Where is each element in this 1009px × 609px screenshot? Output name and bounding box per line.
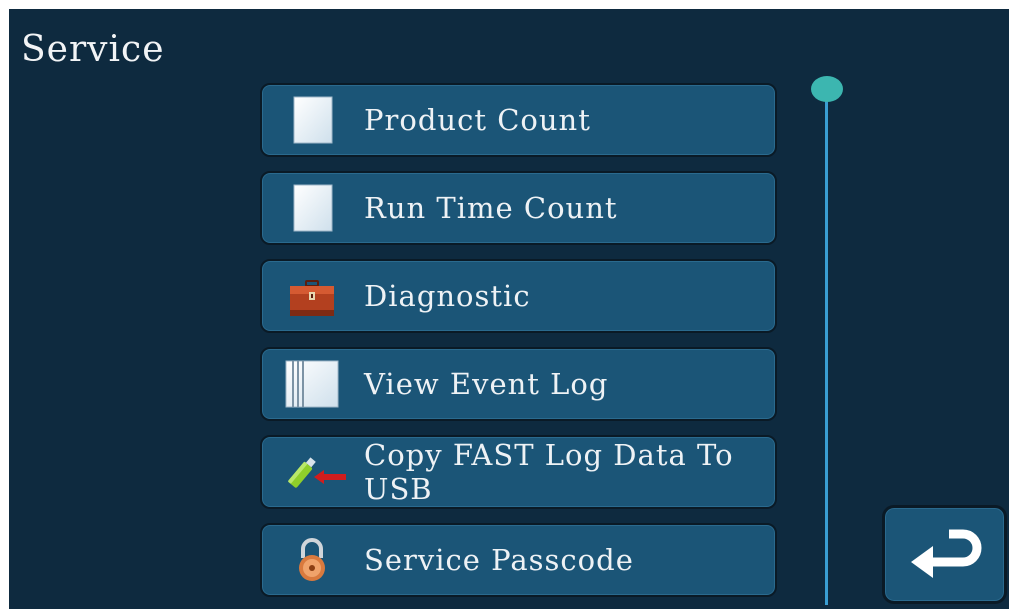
view-event-log-button[interactable]: View Event Log bbox=[260, 347, 777, 421]
diagnostic-label: Diagnostic bbox=[364, 279, 531, 313]
run-time-count-label: Run Time Count bbox=[364, 191, 618, 225]
document-icon bbox=[284, 182, 340, 234]
service-passcode-button[interactable]: Service Passcode bbox=[260, 523, 777, 597]
run-time-count-button[interactable]: Run Time Count bbox=[260, 171, 777, 245]
service-screen: Service Product Count Run Time Count Dia… bbox=[9, 9, 1009, 609]
diagnostic-button[interactable]: Diagnostic bbox=[260, 259, 777, 333]
service-passcode-label: Service Passcode bbox=[364, 543, 634, 577]
log-book-icon bbox=[284, 358, 340, 410]
copy-fast-log-usb-button[interactable]: Copy FAST Log Data To USB bbox=[260, 435, 777, 509]
usb-copy-icon bbox=[284, 446, 346, 498]
view-event-log-label: View Event Log bbox=[364, 367, 609, 401]
back-button[interactable] bbox=[882, 505, 1007, 604]
scrollbar-thumb[interactable] bbox=[811, 76, 843, 102]
copy-fast-log-usb-label: Copy FAST Log Data To USB bbox=[364, 438, 734, 506]
document-icon bbox=[284, 94, 340, 146]
product-count-label: Product Count bbox=[364, 103, 591, 137]
toolbox-icon bbox=[284, 270, 340, 322]
scrollbar-track[interactable] bbox=[825, 93, 828, 605]
padlock-icon bbox=[284, 534, 340, 586]
page-title: Service bbox=[21, 29, 165, 70]
product-count-button[interactable]: Product Count bbox=[260, 83, 777, 157]
